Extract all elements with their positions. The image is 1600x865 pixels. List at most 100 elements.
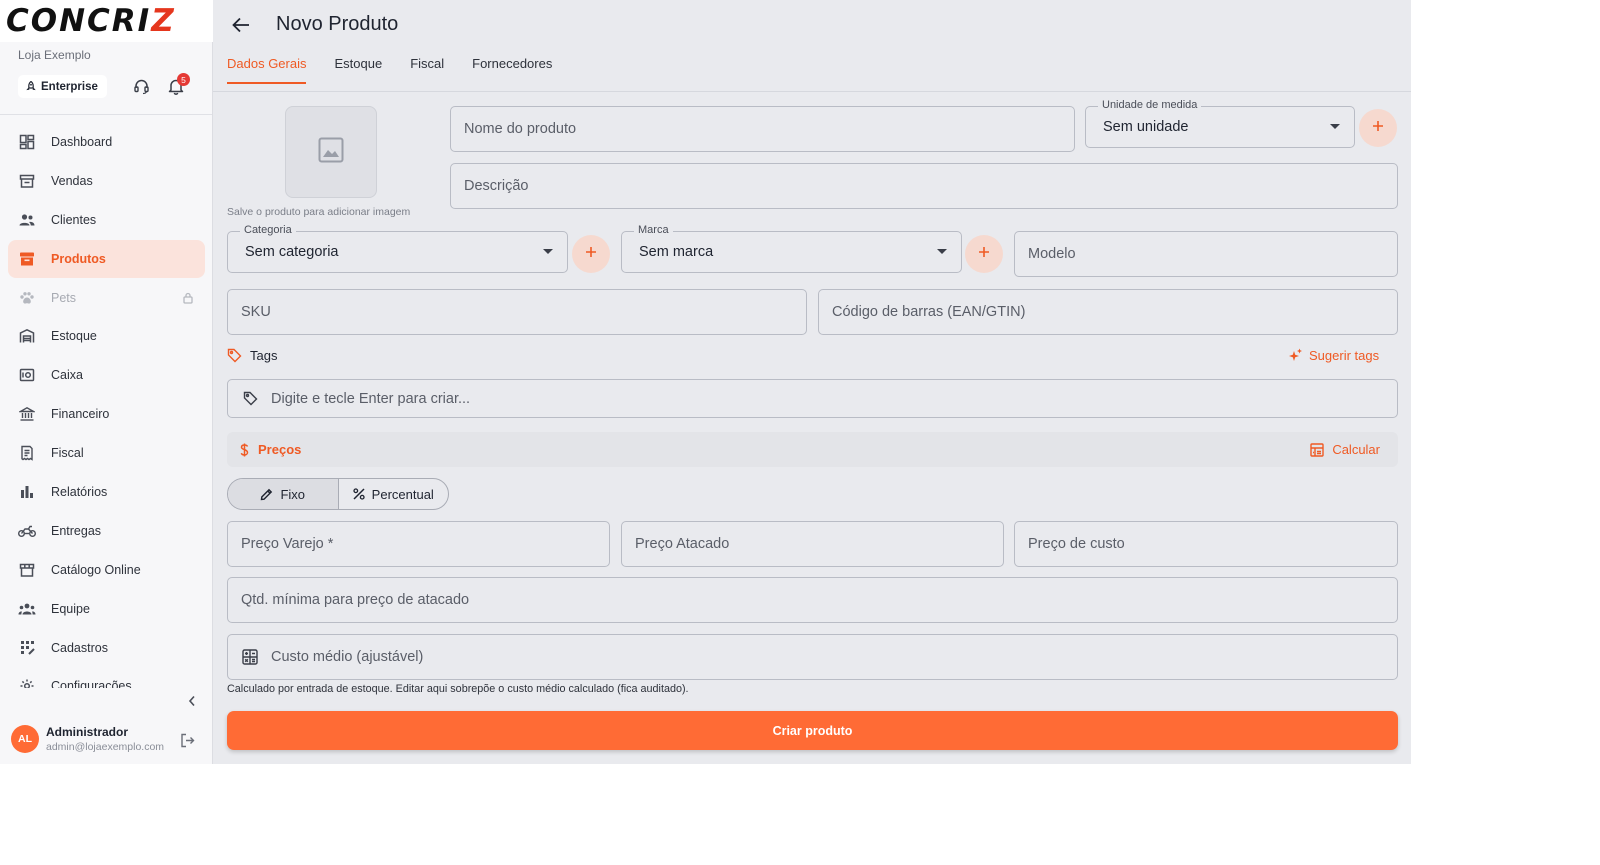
percent-icon: [353, 488, 365, 500]
tags-placeholder: Digite e tecle Enter para criar...: [271, 390, 471, 407]
product-image-placeholder[interactable]: [285, 106, 377, 198]
sidebar-item-cadastros[interactable]: Cadastros: [8, 629, 205, 667]
sidebar-item-label: Dashboard: [51, 135, 113, 149]
mode-fixed-label: Fixo: [280, 486, 306, 502]
add-brand-button[interactable]: [965, 235, 1003, 273]
tab-estoque[interactable]: Estoque: [334, 56, 382, 84]
plan-badge[interactable]: Enterprise: [18, 75, 107, 98]
plus-icon: [585, 245, 597, 263]
sidebar-item-pets[interactable]: Pets: [8, 279, 205, 317]
tags-input[interactable]: Digite e tecle Enter para criar...: [227, 379, 1398, 418]
sidebar-item-estoque[interactable]: Estoque: [8, 317, 205, 355]
price-mode-percent[interactable]: Percentual: [337, 479, 449, 509]
sidebar-item-label: Clientes: [51, 212, 97, 227]
calculate-label: Calcular: [1332, 442, 1380, 457]
sidebar-item-label: Fiscal: [51, 446, 84, 461]
warehouse-icon: [18, 327, 36, 345]
sidebar-item-relatorios[interactable]: Relatórios: [8, 473, 205, 511]
sidebar-item-label: Pets: [51, 290, 77, 305]
barcode-input[interactable]: Código de barras (EAN/GTIN): [818, 289, 1398, 335]
dropdown-caret-icon: [937, 249, 947, 254]
sidebar-item-entregas[interactable]: Entregas: [8, 512, 205, 550]
collapse-sidebar-chevron-icon[interactable]: [184, 693, 200, 709]
inventory-box-icon: [18, 250, 36, 268]
sidebar-item-produtos[interactable]: Produtos: [8, 239, 205, 278]
sidebar-item-clientes[interactable]: Clientes: [8, 201, 205, 239]
sidebar-item-label: Configurações: [51, 679, 132, 688]
sku-input[interactable]: SKU: [227, 289, 807, 335]
dropdown-caret-icon: [1330, 124, 1340, 129]
people-icon: [18, 211, 36, 229]
support-headset-icon[interactable]: [131, 76, 151, 96]
logout-icon[interactable]: [178, 731, 196, 749]
sidebar-item-caixa[interactable]: Caixa: [8, 356, 205, 394]
plus-icon: [1372, 119, 1384, 137]
prices-label: Preços: [258, 442, 302, 457]
product-name-input[interactable]: Nome do produto: [450, 106, 1075, 152]
price-mode-fixed[interactable]: Fixo: [228, 479, 338, 509]
storefront-icon: [18, 172, 36, 190]
unit-select[interactable]: Unidade de medida Sem unidade: [1085, 99, 1355, 148]
retail-price-input[interactable]: Preço Varejo *: [227, 521, 610, 567]
add-category-button[interactable]: [572, 235, 610, 273]
list-grid-icon: [18, 639, 36, 657]
sidebar-item-equipe[interactable]: Equipe: [8, 590, 205, 628]
brand-label: Marca: [634, 224, 673, 236]
dollar-icon: [240, 443, 249, 457]
add-unit-button[interactable]: [1359, 109, 1397, 147]
calculate-button[interactable]: Calcular: [1310, 442, 1380, 457]
product-name-placeholder: Nome do produto: [464, 121, 577, 137]
tab-bar: Dados Gerais Estoque Fiscal Fornecedores: [227, 56, 580, 84]
tab-fiscal[interactable]: Fiscal: [410, 56, 444, 84]
sidebar-item-label: Relatórios: [51, 485, 108, 500]
cost-price-input[interactable]: Preço de custo: [1014, 521, 1398, 567]
sidebar-item-vendas[interactable]: Vendas: [8, 162, 205, 200]
receipt-icon: [18, 444, 36, 462]
suggest-tags-button[interactable]: Sugerir tags: [1288, 348, 1379, 363]
back-arrow-icon[interactable]: [229, 13, 253, 37]
plan-label: Enterprise: [41, 80, 98, 93]
wholesale-price-input[interactable]: Preço Atacado: [621, 521, 1004, 567]
logo-accent-text: Z: [151, 3, 176, 39]
gear-icon: [18, 677, 36, 688]
average-cost-input[interactable]: Custo médio (ajustável): [227, 634, 1398, 680]
suggest-tags-label: Sugerir tags: [1309, 348, 1380, 363]
sidebar-item-fiscal[interactable]: Fiscal: [8, 434, 205, 472]
team-icon: [18, 600, 36, 618]
prices-section-header: Preços Calcular: [227, 432, 1398, 467]
average-cost-placeholder: Custo médio (ajustável): [271, 649, 424, 665]
logo-main-text: CONCRI: [6, 3, 152, 39]
sidebar-item-financeiro[interactable]: Financeiro: [8, 395, 205, 433]
min-wholesale-qty-input[interactable]: Qtd. mínima para preço de atacado: [227, 577, 1398, 623]
brand-logo[interactable]: CONCRIZ: [0, 0, 213, 42]
category-select[interactable]: Categoria Sem categoria: [227, 224, 568, 273]
tab-dados-gerais[interactable]: Dados Gerais: [227, 56, 307, 84]
sidebar: CONCRIZ Loja Exemplo Enterprise 5 Dashbo…: [0, 0, 213, 764]
prices-title: Preços: [240, 442, 301, 457]
user-name: Administrador: [46, 725, 129, 739]
sidebar-item-catalogo-online[interactable]: Catálogo Online: [8, 551, 205, 589]
sidebar-item-label: Catálogo Online: [51, 562, 141, 577]
price-mode-toggle: Fixo Percentual: [227, 478, 449, 510]
sidebar-item-configuracoes[interactable]: Configurações: [8, 667, 205, 688]
store-icon: [18, 561, 36, 579]
barcode-placeholder: Código de barras (EAN/GTIN): [832, 304, 1026, 320]
unit-value: Sem unidade: [1103, 119, 1189, 135]
description-input[interactable]: Descrição: [450, 163, 1398, 209]
model-input[interactable]: Modelo: [1014, 231, 1398, 277]
create-product-button[interactable]: Criar produto: [227, 711, 1398, 750]
description-placeholder: Descrição: [464, 178, 529, 194]
main-content: Novo Produto Dados Gerais Estoque Fiscal…: [213, 0, 1411, 764]
sidebar-item-dashboard[interactable]: Dashboard: [8, 123, 205, 161]
tab-fornecedores[interactable]: Fornecedores: [472, 56, 552, 84]
rocket-icon: [26, 81, 36, 92]
brand-value: Sem marca: [639, 244, 714, 260]
avatar[interactable]: AL: [11, 725, 39, 753]
bank-icon: [18, 405, 36, 423]
brand-select[interactable]: Marca Sem marca: [621, 224, 962, 273]
cash-register-icon: [18, 366, 36, 384]
bar-chart-icon: [18, 483, 36, 501]
tag-icon: [227, 348, 242, 363]
unit-label: Unidade de medida: [1098, 99, 1202, 111]
dashboard-icon: [18, 133, 36, 151]
